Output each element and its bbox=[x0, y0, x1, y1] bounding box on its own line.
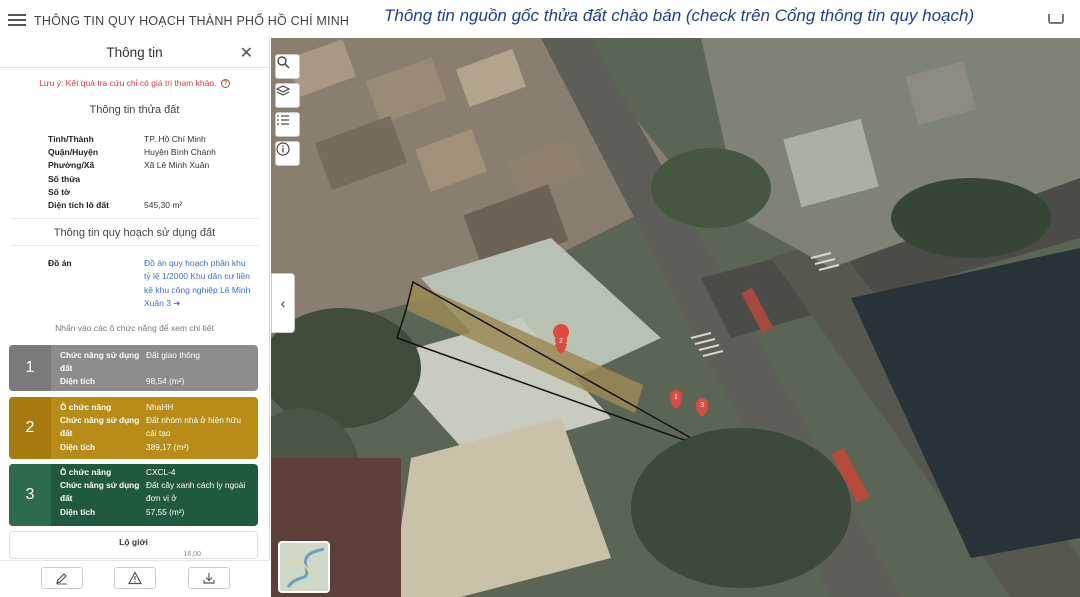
function-card-3[interactable]: 3 Ô chức năng CXCL-4 Chức năng sử dụng đấ… bbox=[9, 464, 258, 526]
card-row-value: CXCL-4 bbox=[146, 467, 176, 477]
card-row: Diện tích 389,17 (m²) bbox=[60, 441, 252, 454]
function-card-2[interactable]: 2 Ô chức năng NhaHH Chức năng sử dụng đất… bbox=[9, 397, 258, 459]
card-row-value: Đất giao thông bbox=[146, 350, 200, 360]
parcel-row-sheet-number: Số tờ bbox=[48, 187, 144, 197]
satellite-map[interactable]: 2 1 3 ‹ bbox=[271, 38, 1080, 597]
map-imagery: 2 1 3 bbox=[271, 38, 1080, 597]
card-row-value: 57,55 (m²) bbox=[146, 506, 185, 517]
card-row-value: Đất nhóm nhà ở hiện hữu cải tạo bbox=[146, 415, 241, 439]
road-boundary-value: 16,00 bbox=[183, 551, 201, 558]
parcel-value: Xã Lê Minh Xuân bbox=[144, 160, 210, 170]
card-row-label: Diện tích bbox=[60, 506, 96, 517]
top-bar: THÔNG TIN QUY HOẠCH THÀNH PHỐ HỒ CHÍ MIN… bbox=[0, 0, 1080, 38]
parcel-value: 545,30 m² bbox=[144, 200, 183, 210]
card-row-label: Chức năng sử dụng đất bbox=[60, 480, 140, 504]
card-row-value: Đất cây xanh cách ly ngoài đơn vị ở bbox=[146, 480, 246, 504]
edit-icon bbox=[56, 573, 67, 585]
marker-label: 1 bbox=[674, 394, 678, 401]
disclaimer-text: Lưu ý: Kết quả tra cứu chỉ có giá trị th… bbox=[39, 78, 217, 88]
plan-label: Đồ án bbox=[48, 258, 72, 268]
panel-title: Thông tin bbox=[106, 45, 163, 60]
function-card-1[interactable]: 1 Chức năng sử dụng đất Đất giao thông Di… bbox=[9, 345, 258, 391]
app-title: THÔNG TIN QUY HOẠCH THÀNH PHỐ HỒ CHÍ MIN… bbox=[34, 14, 350, 28]
layers-icon bbox=[276, 85, 290, 96]
parcel-label: Quận/Huyện bbox=[48, 147, 99, 157]
card-row: Ô chức năng CXCL-4 bbox=[60, 466, 252, 479]
map-info-button[interactable] bbox=[275, 141, 300, 166]
map-list-button[interactable] bbox=[275, 112, 300, 137]
collapse-panel-button[interactable]: ‹ bbox=[271, 273, 295, 333]
card-row: Chức năng sử dụng đất Đất cây xanh cách l… bbox=[60, 479, 252, 505]
plan-link[interactable]: Đồ án quy hoạch phân khu tỷ lệ 1/2000 Kh… bbox=[144, 257, 254, 311]
edit-button[interactable] bbox=[41, 567, 83, 589]
parcel-row-lot-number: Số thửa bbox=[48, 174, 144, 184]
card-row-label: Diện tích bbox=[60, 376, 96, 387]
disclaimer-note: Lưu ý: Kết quả tra cứu chỉ có giá trị th… bbox=[0, 78, 269, 89]
map-search-button[interactable] bbox=[275, 54, 300, 79]
parcel-row-area: Diện tích lô đất 545,30 m² bbox=[48, 200, 182, 210]
parcel-row-district: Quận/Huyện Huyện Bình Chánh bbox=[48, 147, 216, 157]
parcel-label: Diện tích lô đất bbox=[48, 200, 109, 210]
card-row: Diện tích 98,54 (m²) bbox=[60, 375, 252, 388]
card-row: Ô chức năng NhaHH bbox=[60, 401, 252, 414]
card-row: Diện tích 57,55 (m²) bbox=[60, 506, 252, 519]
card-row: Chức năng sử dụng đất Đất nhóm nhà ở hiện… bbox=[60, 414, 252, 440]
card-row-label: Diện tích bbox=[60, 441, 96, 452]
card-row-value: 98,54 (m²) bbox=[146, 376, 185, 387]
road-boundary-box: Lộ giới 16,00 bbox=[9, 531, 258, 559]
parcel-value: Huyện Bình Chánh bbox=[144, 147, 216, 157]
minimap-image bbox=[280, 543, 328, 591]
report-button[interactable] bbox=[114, 567, 156, 589]
card-number: 3 bbox=[9, 464, 51, 526]
download-button[interactable] bbox=[188, 567, 230, 589]
download-icon bbox=[203, 573, 215, 584]
close-icon[interactable]: ✕ bbox=[240, 43, 253, 63]
card-number: 1 bbox=[9, 345, 51, 391]
divider bbox=[10, 245, 259, 246]
help-icon[interactable]: ? bbox=[220, 79, 230, 89]
panel-header: Thông tin ✕ bbox=[0, 38, 269, 68]
card-row-label: Chức năng sử dụng đất bbox=[60, 415, 140, 439]
parcel-value: TP. Hồ Chí Minh bbox=[144, 134, 206, 144]
parcel-label: Phường/Xã bbox=[48, 160, 95, 170]
parcel-label: Số tờ bbox=[48, 187, 71, 197]
card-row-value: 389,17 (m²) bbox=[146, 441, 189, 452]
map-layers-button[interactable] bbox=[275, 83, 300, 108]
road-boundary-title: Lộ giới bbox=[119, 537, 148, 547]
card-row: Chức năng sử dụng đất Đất giao thông bbox=[60, 349, 252, 375]
warning-icon bbox=[128, 571, 142, 585]
card-row-label: Ô chức năng bbox=[60, 402, 112, 412]
minimap-thumbnail[interactable] bbox=[278, 541, 330, 593]
card-row-label: Ô chức năng bbox=[60, 467, 112, 477]
collapse-header-icon[interactable] bbox=[1048, 14, 1064, 24]
info-icon bbox=[276, 142, 290, 156]
info-panel: Thông tin ✕ Lưu ý: Kết quả tra cứu chỉ c… bbox=[0, 38, 270, 597]
search-icon bbox=[277, 56, 290, 69]
panel-bottom-toolbar bbox=[0, 560, 270, 597]
section-planning-title: Thông tin quy hoạch sử dụng đất bbox=[53, 227, 216, 239]
divider bbox=[10, 218, 259, 219]
menu-icon[interactable] bbox=[8, 14, 26, 26]
marker-label: 2 bbox=[559, 338, 563, 345]
overlay-caption: Thông tin nguồn gốc thửa đất chào bán (c… bbox=[384, 6, 975, 25]
parcel-label: Số thửa bbox=[48, 174, 81, 184]
list-icon bbox=[277, 115, 289, 125]
card-row-label: Chức năng sử dụng đất bbox=[60, 350, 140, 374]
parcel-label: Tỉnh/Thành bbox=[48, 134, 94, 144]
card-row-value: NhaHH bbox=[146, 402, 174, 412]
parcel-row-province: Tỉnh/Thành TP. Hồ Chí Minh bbox=[48, 134, 206, 144]
marker-label: 3 bbox=[700, 402, 704, 409]
parcel-row-ward: Phường/Xã Xã Lê Minh Xuân bbox=[48, 160, 209, 170]
card-number: 2 bbox=[9, 397, 51, 459]
section-parcel-title: Thông tin thửa đất bbox=[89, 104, 180, 116]
hint-text: Nhấn vào các ô chức năng để xem chi tiết bbox=[55, 323, 214, 333]
